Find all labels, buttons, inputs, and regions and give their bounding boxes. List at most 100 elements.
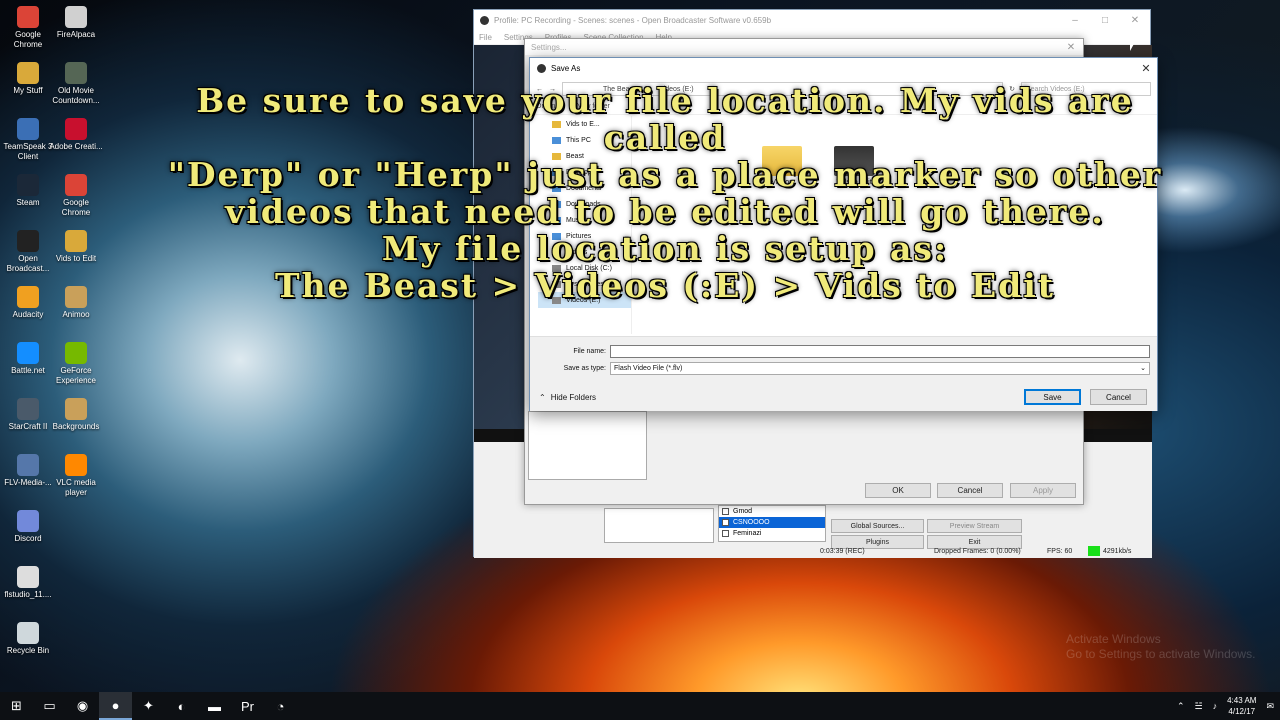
source-label: Gmod bbox=[733, 508, 753, 515]
recording-time: 0:03:39 (REC) bbox=[820, 547, 865, 555]
watermark-line: Go to Settings to activate Windows. bbox=[1066, 647, 1256, 661]
activate-windows-watermark: Activate Windows Go to Settings to activ… bbox=[1066, 632, 1255, 662]
adobe-cc-icon bbox=[65, 118, 87, 140]
caption-line: videos that need to be edited will go th… bbox=[225, 192, 1105, 231]
taskbar: ⊞ ▭ ◉ ● ✦ ◐ ▬ Pr ◔ ⌃ ☱ ♪ 4:43 AM 4/12/17 ✉ bbox=[0, 692, 1280, 720]
clock[interactable]: 4:43 AM 4/12/17 bbox=[1227, 695, 1256, 717]
preview-stream-button[interactable]: Preview Stream bbox=[927, 519, 1022, 533]
chrome-icon[interactable]: ◉ bbox=[66, 692, 99, 720]
desktop-icon-label: GeForce Experience bbox=[55, 366, 97, 385]
close-icon[interactable]: ✕ bbox=[1059, 42, 1083, 53]
discord-icon bbox=[17, 510, 39, 532]
source-list[interactable]: Gmod CSNOOOO Feminazi bbox=[718, 505, 826, 542]
maximize-icon[interactable]: □ bbox=[1090, 15, 1120, 26]
folder-icon bbox=[65, 286, 87, 308]
settings-category-list[interactable] bbox=[528, 411, 647, 480]
desktop-icon-folder[interactable]: Animoo bbox=[48, 286, 104, 320]
caption-line: The Beast > Videos (:E) > Vids to Edit bbox=[274, 266, 1056, 305]
desktop-icon-label: FireAlpaca bbox=[56, 30, 96, 39]
chrome-icon bbox=[65, 174, 87, 196]
volume-icon[interactable]: ♪ bbox=[1213, 701, 1218, 711]
starcraft-icon[interactable]: ✦ bbox=[132, 692, 165, 720]
vlc-icon bbox=[65, 454, 87, 476]
watermark-line: Activate Windows bbox=[1066, 632, 1161, 646]
file-name-input[interactable] bbox=[610, 344, 1150, 358]
desktop-icon-chrome[interactable]: Google Chrome bbox=[48, 174, 104, 218]
source-item-csnoooo[interactable]: CSNOOOO bbox=[719, 517, 825, 528]
save-form: File name: Save as type: Flash Video Fil… bbox=[530, 336, 1157, 411]
caption-line: My file location is setup as: bbox=[381, 229, 949, 268]
apply-button[interactable]: Apply bbox=[1010, 483, 1076, 498]
desktop-icon-label: VLC media player bbox=[56, 478, 96, 497]
save-type-value: Flash Video File (*.flv) bbox=[614, 364, 683, 372]
close-icon[interactable]: ✕ bbox=[1135, 62, 1157, 75]
task-view-icon[interactable]: ▭ bbox=[33, 692, 66, 720]
settings-cancel-button[interactable]: Cancel bbox=[937, 483, 1003, 498]
bitrate-status-icon bbox=[1088, 546, 1100, 556]
desktop-icon-folder[interactable]: Backgrounds bbox=[48, 398, 104, 432]
settings-title: Settings... bbox=[531, 42, 567, 52]
notifications-icon[interactable]: ✉ bbox=[1266, 701, 1274, 712]
chrome-icon bbox=[17, 6, 39, 28]
desktop-icon-label: Backgrounds bbox=[52, 422, 100, 431]
folder-icon bbox=[65, 230, 87, 252]
desktop-icon-discord[interactable]: Discord bbox=[0, 510, 56, 544]
minimize-icon[interactable]: – bbox=[1060, 15, 1090, 26]
desktop-icon-folder[interactable]: Vids to Edit bbox=[48, 230, 104, 264]
source-label: Feminazi bbox=[733, 530, 762, 537]
cancel-button[interactable]: Cancel bbox=[1090, 389, 1147, 405]
premiere-icon[interactable]: Pr bbox=[231, 692, 264, 720]
hide-folders-label: Hide Folders bbox=[550, 393, 597, 402]
folder-icon bbox=[17, 62, 39, 84]
obs-titlebar: Profile: PC Recording - Scenes: scenes -… bbox=[474, 10, 1150, 30]
save-type-label: Save as type: bbox=[563, 364, 606, 372]
save-type-select[interactable]: Flash Video File (*.flv) ⌄ bbox=[610, 361, 1150, 375]
source-item-gmod[interactable]: Gmod bbox=[719, 506, 825, 517]
desktop-icon-geforce[interactable]: GeForce Experience bbox=[48, 342, 104, 386]
network-icon[interactable]: ☱ bbox=[1195, 701, 1203, 712]
chevron-up-icon[interactable]: ⌃ bbox=[1177, 701, 1185, 712]
close-icon[interactable]: ✕ bbox=[1120, 15, 1150, 26]
geforce-icon bbox=[65, 342, 87, 364]
desktop-icon-installer[interactable]: flstudio_11.... bbox=[0, 566, 56, 600]
save-as-title: Save As bbox=[551, 64, 581, 73]
desktop-icon-adobe-cc[interactable]: Adobe Creati... bbox=[48, 118, 104, 152]
menu-file[interactable]: File bbox=[479, 33, 492, 42]
source-item-feminazi[interactable]: Feminazi bbox=[719, 528, 825, 539]
caption-line: "Derp" or "Herp" just as a place marker … bbox=[167, 155, 1163, 194]
recycle-bin-icon bbox=[17, 622, 39, 644]
caption-line: Be sure to save your file location. My v… bbox=[196, 81, 1134, 157]
obs-statusbar: 0:03:39 (REC) Dropped Frames: 0 (0.00%) … bbox=[474, 544, 1152, 558]
obs-icon[interactable]: ● bbox=[99, 692, 132, 720]
desktop-icon-video-file[interactable]: Old Movie Countdown... bbox=[48, 62, 104, 106]
save-type-row: Save as type: Flash Video File (*.flv) ⌄ bbox=[530, 361, 1157, 375]
source-checkbox[interactable] bbox=[722, 508, 729, 515]
steam-icon[interactable]: ◐ bbox=[165, 692, 198, 720]
desktop-icon-recycle-bin[interactable]: Recycle Bin bbox=[0, 622, 56, 656]
desktop-icon-firealpaca[interactable]: FireAlpaca bbox=[48, 6, 104, 40]
window-controls: – □ ✕ bbox=[1060, 15, 1150, 26]
global-sources-button[interactable]: Global Sources... bbox=[831, 519, 924, 533]
taskbar-apps: ⊞ ▭ ◉ ● ✦ ◐ ▬ Pr ◔ bbox=[0, 692, 297, 720]
ok-button[interactable]: OK bbox=[865, 483, 931, 498]
windows-start-icon[interactable]: ⊞ bbox=[0, 692, 33, 720]
scene-list[interactable] bbox=[604, 508, 714, 543]
obs-icon bbox=[480, 15, 489, 25]
save-button[interactable]: Save bbox=[1024, 389, 1081, 405]
file-name-label: File name: bbox=[573, 347, 606, 355]
source-checkbox[interactable] bbox=[722, 519, 729, 526]
teamspeak-icon bbox=[17, 118, 39, 140]
desktop-icon-vlc[interactable]: VLC media player bbox=[48, 454, 104, 498]
audacity-icon bbox=[17, 286, 39, 308]
desktop-icon-label: Discord bbox=[14, 534, 42, 543]
starcraft-icon bbox=[17, 398, 39, 420]
steam-icon bbox=[17, 174, 39, 196]
file-explorer-icon[interactable]: ▬ bbox=[198, 692, 231, 720]
teamspeak-icon[interactable]: ◔ bbox=[264, 692, 297, 720]
source-checkbox[interactable] bbox=[722, 530, 729, 537]
flv-player-icon bbox=[17, 454, 39, 476]
file-name-row: File name: bbox=[530, 344, 1157, 358]
chevron-up-icon: ⌃ bbox=[539, 393, 546, 402]
hide-folders-toggle[interactable]: ⌃ Hide Folders bbox=[539, 393, 596, 402]
source-label: CSNOOOO bbox=[733, 519, 770, 526]
